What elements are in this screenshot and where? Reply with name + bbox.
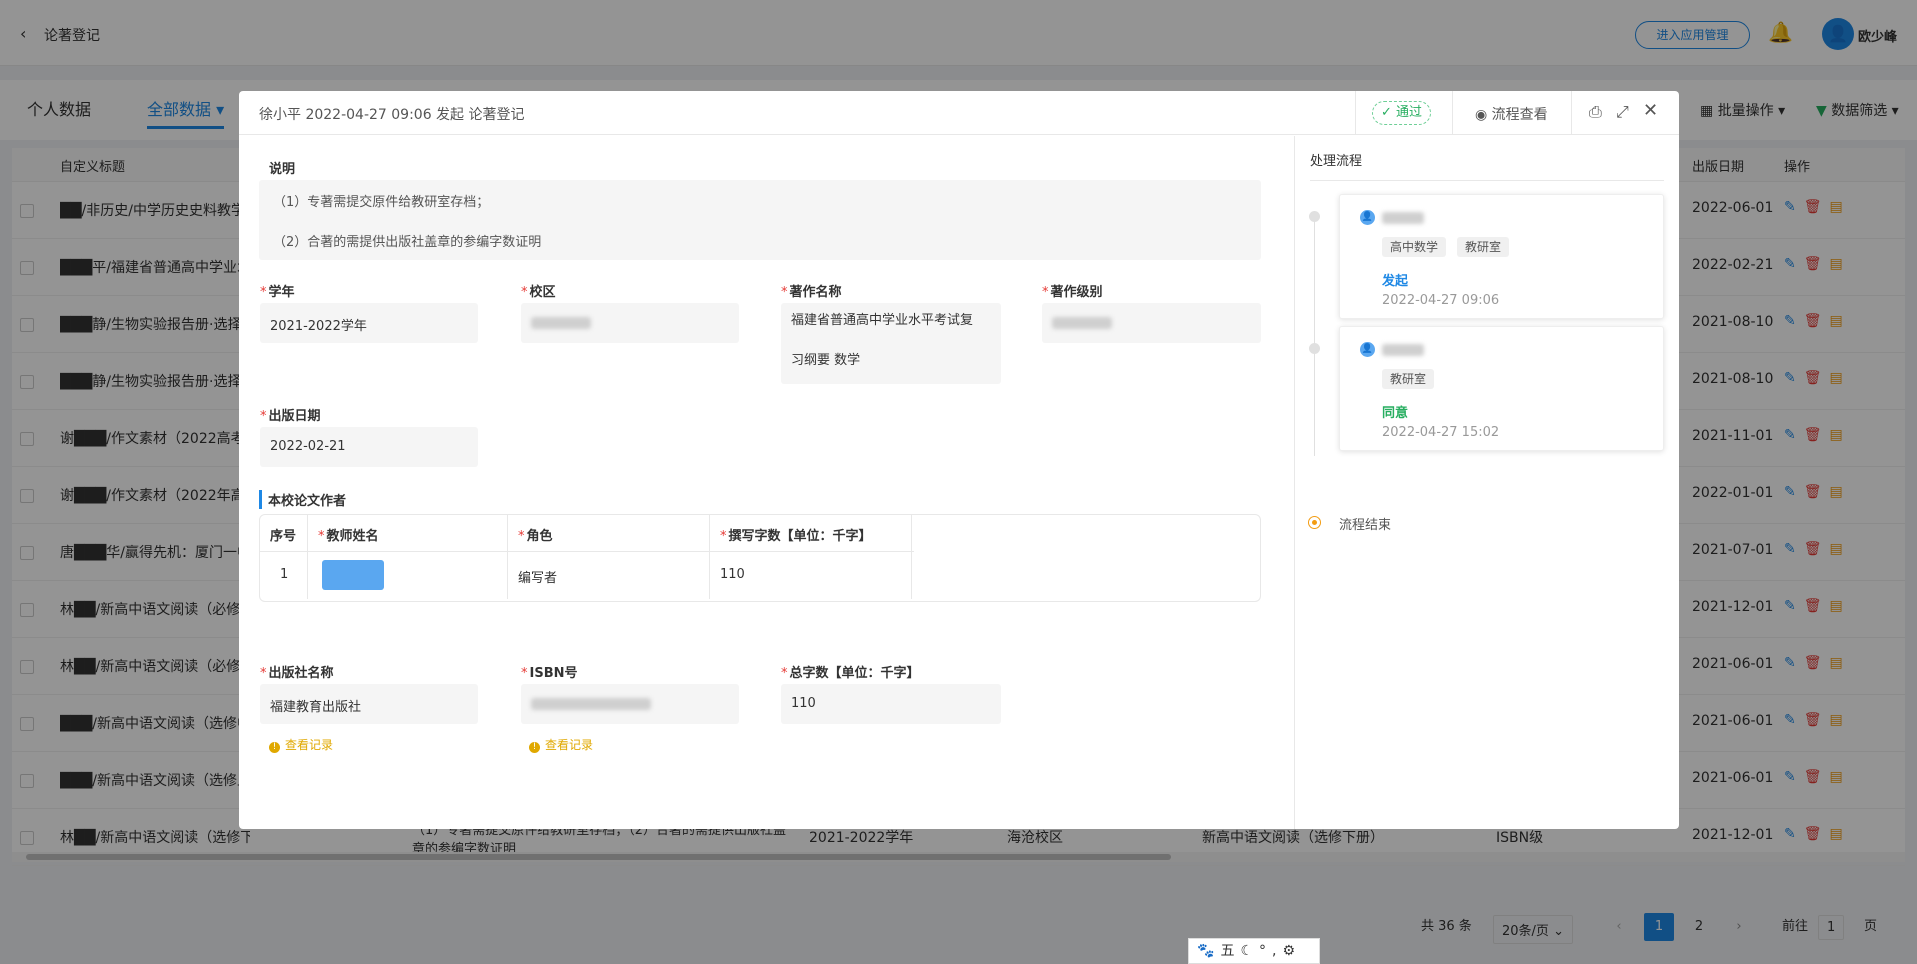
print-icon[interactable]: ⎙ (1589, 102, 1602, 122)
note-line-2: （2）合著的需提供出版社盖章的参编字数证明 (273, 235, 542, 250)
step-time: 2022-04-27 09:06 (1382, 293, 1500, 308)
punct-icon[interactable]: °, (1259, 943, 1282, 959)
info-icon: ! (269, 742, 280, 753)
isbn-label: * ISBN号 (521, 666, 578, 681)
user-icon: 👤 (1360, 210, 1375, 225)
modal-header: 徐小平 2022-04-27 09:06 发起 论著登记 ✓ 通过 ◉ 流程查看… (239, 91, 1679, 135)
teacher-chip[interactable] (322, 560, 384, 590)
flow-step-card: 👤 高中数学 教研室 发起 2022-04-27 09:06 (1339, 194, 1664, 319)
isbn-field[interactable] (521, 684, 739, 724)
eye-icon: ◉ (1475, 107, 1488, 123)
total-words-label: * 总字数【单位：千字】 (781, 666, 920, 681)
moon-icon[interactable]: ☾ (1240, 943, 1259, 959)
modal-title: 徐小平 2022-04-27 09:06 发起 论著登记 (259, 107, 525, 123)
campus-field[interactable] (521, 303, 739, 343)
step-tag: 教研室 (1457, 237, 1510, 257)
flow-step-card: 👤 教研室 同意 2022-04-27 15:02 (1339, 326, 1664, 451)
campus-label: * 校区 (521, 285, 556, 300)
info-icon: ! (529, 742, 540, 753)
work-name-label: * 著作名称 (781, 285, 842, 300)
auth-row-no: 1 (280, 567, 289, 582)
approver-name (1382, 342, 1424, 357)
press-label: * 出版社名称 (260, 666, 334, 681)
auth-col-role: * 角色 (518, 529, 553, 544)
step-tag: 高中数学 (1382, 237, 1447, 257)
form-body: 说明 （1）专著需提交原件给教研室存档； （2）合著的需提供出版社盖章的参编字数… (239, 136, 1294, 829)
auth-row-words: 110 (720, 567, 745, 582)
work-level-field[interactable] (1042, 303, 1261, 343)
flow-end-label: 流程结束 (1339, 518, 1392, 533)
year-label: * 学年 (260, 285, 295, 300)
view-record-link-1[interactable]: ! 查看记录 (269, 736, 333, 753)
user-icon: 👤 (1360, 342, 1375, 357)
gear-icon[interactable]: ⚙ (1282, 943, 1301, 959)
auth-row-role: 编写者 (518, 571, 558, 586)
work-name-field[interactable]: 福建省普通高中学业水平考试复 习纲要 数学 (781, 303, 1001, 384)
auth-col-words: * 撰写字数【单位：千字】 (720, 529, 872, 544)
work-level-label: * 著作级别 (1042, 285, 1103, 300)
record-detail-modal: 徐小平 2022-04-27 09:06 发起 论著登记 ✓ 通过 ◉ 流程查看… (239, 91, 1679, 829)
check-circle-icon: ✓ (1381, 105, 1392, 120)
auth-col-no: 序号 (270, 529, 297, 544)
status-badge: ✓ 通过 (1372, 101, 1432, 125)
year-field[interactable]: 2021-2022学年 (260, 303, 478, 343)
approver-name (1382, 210, 1424, 225)
pub-date-label: * 出版日期 (260, 409, 321, 424)
step-action: 同意 (1382, 406, 1409, 421)
ime-toolbar[interactable]: 🐾五☾°,⚙ (1188, 938, 1320, 964)
flow-end-icon (1308, 516, 1321, 529)
ime-mode[interactable]: 五 (1220, 943, 1240, 959)
paw-icon[interactable]: 🐾 (1197, 943, 1220, 959)
flow-view-button[interactable]: ◉ 流程查看 (1475, 104, 1548, 124)
note-label: 说明 (269, 162, 296, 177)
step-action: 发起 (1382, 274, 1409, 289)
view-record-link-2[interactable]: ! 查看记录 (529, 736, 593, 753)
pub-date-field[interactable]: 2022-02-21 (260, 427, 478, 467)
expand-icon[interactable]: ⤢ (1616, 102, 1629, 122)
flow-title: 处理流程 (1310, 154, 1363, 169)
auth-col-name: * 教师姓名 (318, 529, 379, 544)
authors-section-title: 本校论文作者 (259, 490, 346, 509)
press-field[interactable]: 福建教育出版社 (260, 684, 478, 724)
total-words-field[interactable]: 110 (781, 684, 1001, 724)
authors-table: 序号 * 教师姓名 * 角色 * 撰写字数【单位：千字】 1 编写者 110 (259, 514, 1261, 602)
step-tag: 教研室 (1382, 369, 1435, 389)
step-time: 2022-04-27 15:02 (1382, 425, 1500, 440)
note-box: （1）专著需提交原件给教研室存档； （2）合著的需提供出版社盖章的参编字数证明 (259, 180, 1261, 260)
flow-panel: 处理流程 👤 高中数学 教研室 发起 2022-04-27 09:06 👤 教研… (1294, 136, 1679, 829)
note-line-1: （1）专著需提交原件给教研室存档； (273, 195, 490, 210)
close-icon[interactable]: ✕ (1643, 100, 1658, 121)
